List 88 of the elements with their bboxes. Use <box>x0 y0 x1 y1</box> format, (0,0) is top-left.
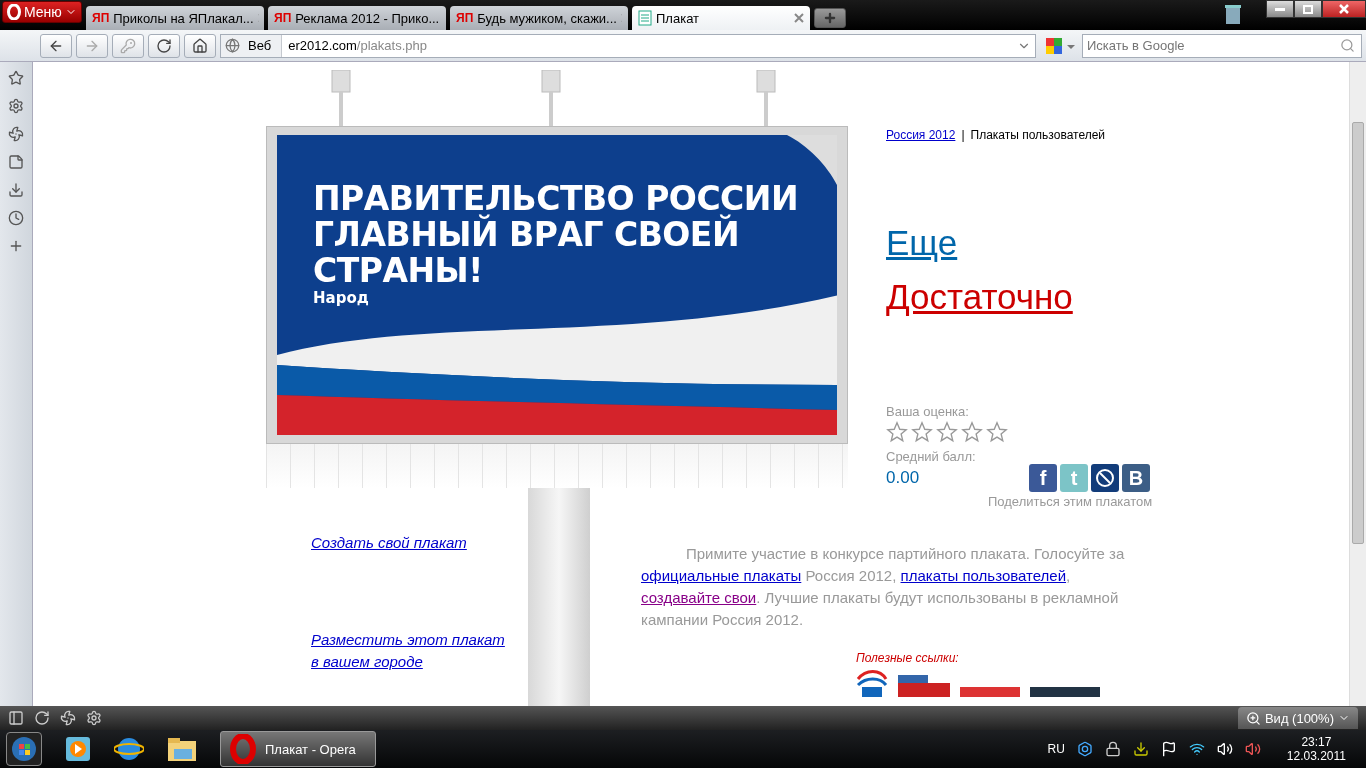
tab-title: Приколы на ЯПлакал... <box>113 10 254 26</box>
search-field[interactable]: Искать в Google <box>1082 33 1362 58</box>
home-button[interactable] <box>184 33 216 58</box>
network-icon[interactable] <box>1188 741 1205 757</box>
reload-icon <box>156 37 172 54</box>
text-link[interactable]: официальные плакаты <box>641 567 802 584</box>
tab-title: Реклама 2012 - Прико... <box>295 10 440 26</box>
share-caption: Поделиться этим плакатом <box>988 494 1153 509</box>
tab-title: Плакат <box>656 10 701 26</box>
panel-toggle-icon[interactable] <box>8 710 24 726</box>
minimize-icon <box>1275 7 1285 11</box>
text-link[interactable]: создавайте свои <box>641 589 757 606</box>
opera-logo-icon <box>229 734 257 764</box>
plus-icon <box>823 11 837 25</box>
home-icon <box>192 37 208 54</box>
sync-icon[interactable] <box>34 710 50 726</box>
scrollbar[interactable] <box>1349 62 1366 706</box>
back-button[interactable] <box>40 33 72 58</box>
download-icon[interactable] <box>8 182 24 198</box>
key-icon <box>120 37 136 54</box>
rating-star[interactable] <box>961 421 983 443</box>
site-mark: ЯП <box>456 11 474 25</box>
opera-logo-icon <box>7 4 21 20</box>
scope-label: Веб <box>248 38 272 53</box>
tab-title: Будь мужиком, скажи... <box>477 10 617 26</box>
share-button[interactable]: B <box>1122 464 1150 492</box>
poster-headline: ПРАВИТЕЛЬСТВО РОССИИ ГЛАВНЫЙ ВРАГ СВОЕЙ СТРАНЫ! <box>313 181 800 289</box>
maximize-icon <box>1303 4 1313 14</box>
intro-paragraph: Примите участие в конкурсе партийного плаката. Голосуйте за официальные плакаты Россия 2012, плакаты пользователей, создавайте свои. Лучшие плакаты будут использованы в рекламной кампании Россия 2012. <box>641 544 1126 630</box>
language-indicator[interactable]: RU <box>1047 742 1065 756</box>
side-link[interactable]: Разместить этот плакат в вашем городе <box>311 629 516 673</box>
star-rating[interactable] <box>886 421 1008 443</box>
globe-icon <box>225 38 240 53</box>
clock-time[interactable]: 23:17 <box>1301 735 1332 749</box>
zoom-button[interactable]: Вид (100%) <box>1237 707 1358 729</box>
search-icon[interactable] <box>1340 38 1355 53</box>
lock-icon[interactable] <box>1104 741 1121 757</box>
more-link[interactable]: Еще <box>886 216 958 270</box>
media-player-icon[interactable] <box>64 735 92 763</box>
rating-star[interactable] <box>936 421 958 443</box>
rating-label: Ваша оценка: <box>886 404 969 419</box>
browser-tab[interactable]: ЯП Приколы на ЯПлакал... <box>86 6 264 30</box>
enough-link[interactable]: Достаточно <box>886 270 1073 324</box>
browser-tab[interactable]: ЯП Реклама 2012 - Прико... <box>268 6 446 30</box>
breadcrumb-link[interactable]: Россия 2012 <box>886 128 956 142</box>
browser-tab[interactable]: Плакат <box>632 6 810 30</box>
reload-button[interactable] <box>148 33 180 58</box>
address-field[interactable]: Веб er2012.com/plakats.php <box>220 33 1036 58</box>
site-mark: ЯП <box>274 11 292 25</box>
breadcrumb-current: Плакаты пользователей <box>970 128 1106 142</box>
average-label: Средний балл: <box>886 449 976 464</box>
star-icon[interactable] <box>8 70 24 86</box>
fan-icon[interactable] <box>8 126 24 142</box>
start-button[interactable] <box>6 732 42 766</box>
page-curl-drawing <box>787 135 837 185</box>
side-link[interactable]: Создать свой плакат <box>311 532 516 554</box>
folder-icon[interactable] <box>166 735 198 763</box>
address-text: er2012.com/plakats.php <box>288 38 427 53</box>
note-icon[interactable] <box>8 154 24 170</box>
clock-icon[interactable] <box>8 210 24 226</box>
menu-button[interactable]: Меню <box>2 1 82 23</box>
share-button[interactable]: f <box>1029 464 1057 492</box>
zoom-icon <box>1245 710 1261 726</box>
breadcrumb-separator: | <box>961 128 965 142</box>
poster-signature: Народ <box>313 289 370 307</box>
taskbar-window-button[interactable]: Плакат - Opera <box>220 731 376 767</box>
text-link[interactable]: плакаты пользователей <box>900 567 1067 584</box>
plus-icon[interactable] <box>8 238 24 254</box>
new-tab-button[interactable] <box>814 8 846 28</box>
trash-icon[interactable] <box>1224 3 1242 25</box>
site-mark: ЯП <box>92 11 110 25</box>
partner-logo-drawing[interactable] <box>898 675 950 697</box>
useful-links-label: Полезные ссылки: <box>856 651 959 665</box>
rating-star[interactable] <box>886 421 908 443</box>
browser-tab[interactable]: ЯП Будь мужиком, скажи... <box>450 6 628 30</box>
minimize-button[interactable] <box>1266 0 1294 18</box>
share-button[interactable] <box>1091 464 1119 492</box>
flag-icon[interactable] <box>1160 741 1177 757</box>
maximize-button[interactable] <box>1294 0 1322 18</box>
rating-star[interactable] <box>986 421 1008 443</box>
average-score: 0.00 <box>886 468 920 488</box>
download-icon[interactable] <box>1132 741 1149 757</box>
rating-star[interactable] <box>911 421 933 443</box>
close-button[interactable] <box>1322 0 1366 18</box>
settings-icon[interactable] <box>8 98 24 114</box>
speaker-icon[interactable] <box>1216 741 1233 757</box>
clock-date[interactable]: 12.03.2011 <box>1286 749 1346 763</box>
page-icon <box>638 10 652 26</box>
